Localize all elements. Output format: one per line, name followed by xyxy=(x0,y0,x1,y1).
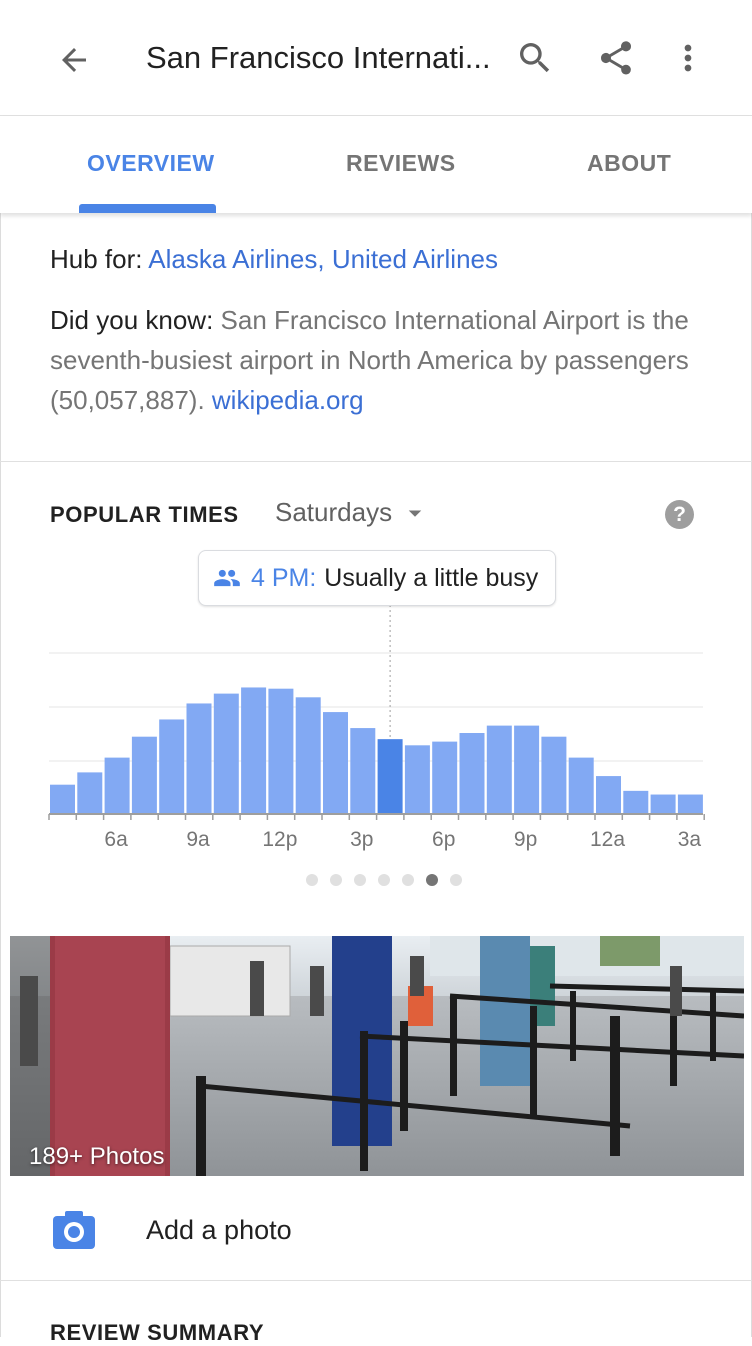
chart-tick-label: 12a xyxy=(590,828,625,851)
review-summary-title: REVIEW SUMMARY xyxy=(50,1320,265,1345)
chart-bar-1a[interactable] xyxy=(623,790,649,813)
chart-bar-6p[interactable] xyxy=(432,741,458,813)
chart-bar-6a[interactable] xyxy=(104,757,130,813)
chart-bar-9a[interactable] xyxy=(186,703,212,813)
page-dot[interactable] xyxy=(330,874,342,886)
chart-bar-10p[interactable] xyxy=(541,736,567,813)
tab-reviews[interactable]: REVIEWS xyxy=(346,150,456,177)
chart-tick-label: 9a xyxy=(186,828,210,851)
chart-bar-12a[interactable] xyxy=(596,776,621,813)
tab-overview[interactable]: OVERVIEW xyxy=(87,150,215,177)
busyness-tooltip: 4 PM: Usually a little busy xyxy=(198,550,556,606)
chart-bar-8a[interactable] xyxy=(159,719,185,813)
tooltip-time: 4 PM: xyxy=(251,563,317,592)
people-icon xyxy=(213,564,241,592)
chart-bar-8p[interactable] xyxy=(486,725,512,813)
add-photo-button[interactable]: Add a photo xyxy=(0,1190,752,1276)
chart-tick-label: 9p xyxy=(514,828,537,851)
chart-bar-11p[interactable] xyxy=(568,757,594,813)
chart-bar-4p[interactable] xyxy=(377,739,403,813)
chart-page-dots xyxy=(306,874,462,886)
chart-tick-label: 3a xyxy=(678,828,702,851)
chart-bar-5p[interactable] xyxy=(404,745,430,813)
chart-bar-2a[interactable] xyxy=(650,794,676,813)
chart-tick-label: 6a xyxy=(104,828,128,851)
photo-gallery[interactable] xyxy=(10,936,744,1176)
chart-bar-1p[interactable] xyxy=(295,697,321,813)
camera-icon xyxy=(52,1210,96,1255)
page-dot[interactable] xyxy=(306,874,318,886)
chart-bar-11a[interactable] xyxy=(241,687,267,813)
chart-tick-label: 12p xyxy=(262,828,297,851)
page-dot[interactable] xyxy=(354,874,366,886)
chart-bar-9p[interactable] xyxy=(514,725,540,813)
chart-bar-3a[interactable] xyxy=(677,794,703,813)
add-photo-label: Add a photo xyxy=(146,1215,292,1245)
tooltip-status: Usually a little busy xyxy=(324,563,539,592)
section-divider xyxy=(0,1280,752,1281)
page-dot[interactable] xyxy=(402,874,414,886)
photo-count: 189+ Photos xyxy=(29,1143,165,1170)
chart-bar-10a[interactable] xyxy=(213,693,239,813)
airport-checkin-photo xyxy=(10,936,744,1176)
chart-tick-label: 3p xyxy=(350,828,373,851)
chart-bar-7p[interactable] xyxy=(459,733,485,813)
page-dot[interactable] xyxy=(426,874,438,886)
chart-bar-2p[interactable] xyxy=(323,712,348,813)
chart-bar-4a[interactable] xyxy=(50,784,75,813)
chart-bar-12p[interactable] xyxy=(268,688,294,813)
tab-bar: OVERVIEW REVIEWS ABOUT xyxy=(0,116,752,213)
chart-bar-3p[interactable] xyxy=(350,728,376,813)
active-tab-indicator xyxy=(79,204,216,213)
tab-about[interactable]: ABOUT xyxy=(587,150,671,177)
chart-bar-7a[interactable] xyxy=(131,736,157,813)
chart-tick-label: 6p xyxy=(432,828,455,851)
page-dot[interactable] xyxy=(450,874,462,886)
page-dot[interactable] xyxy=(378,874,390,886)
chart-bar-5a[interactable] xyxy=(77,772,103,813)
